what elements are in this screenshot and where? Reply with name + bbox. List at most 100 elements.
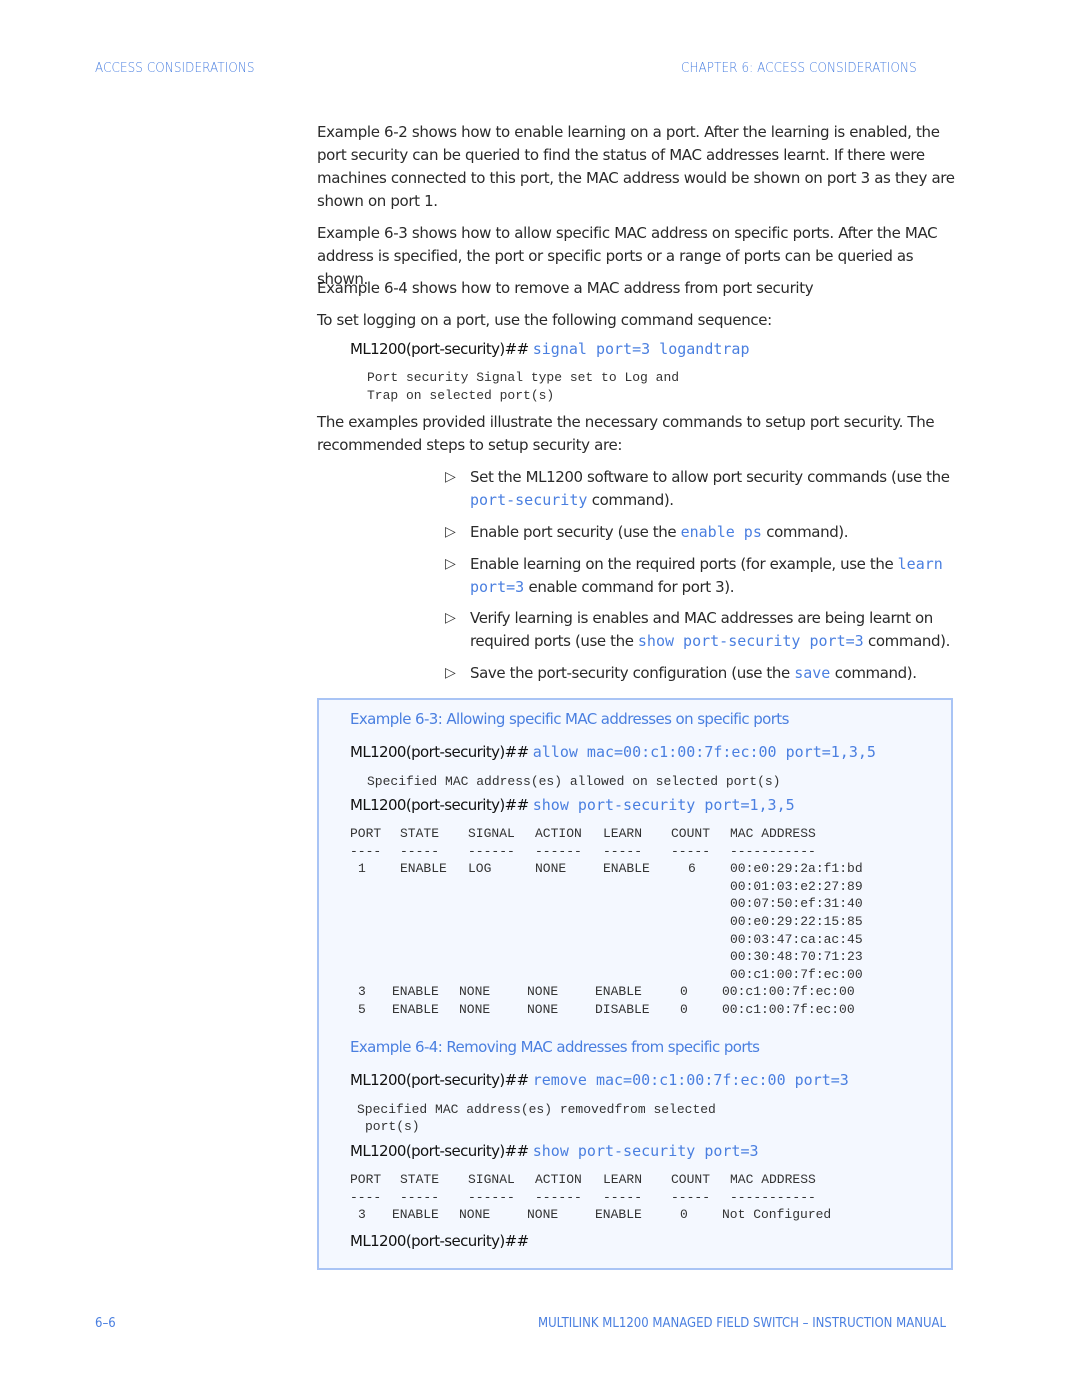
table-cell-mac: 00:01:03:e2:27:89 xyxy=(730,878,863,894)
example-6-3-command-2: ML1200(port-security)## show port-securi… xyxy=(350,796,795,814)
cli-prompt: ML1200(port-security)## xyxy=(350,340,529,358)
paragraph-example-6-2: Example 6-2 shows how to enable learning… xyxy=(317,123,955,210)
logging-command-line: ML1200(port-security)## signal port=3 lo… xyxy=(350,340,750,358)
table-separator: ----- xyxy=(400,843,440,859)
table-header-cell: STATE xyxy=(400,1172,440,1187)
table-header-cell: SIGNAL xyxy=(468,1172,515,1187)
table-header-cell: MAC ADDRESS xyxy=(730,1172,816,1187)
table-cell: ENABLE xyxy=(400,861,447,877)
table-separator: ---- xyxy=(350,843,382,859)
triangle-bullet-icon: ▷ xyxy=(445,556,456,572)
table-cell: NONE xyxy=(527,1207,559,1223)
step-item: ▷ Set the ML1200 software to allow port … xyxy=(445,468,950,509)
example-6-3-command-1-output: Specified MAC address(es) allowed on sel… xyxy=(367,774,781,789)
table-separator: ------ xyxy=(535,1189,582,1205)
table-separator: ----- xyxy=(671,843,711,859)
table-header-cell: COUNT xyxy=(671,826,711,841)
example-6-4-title: Example 6-4: Removing MAC addresses from… xyxy=(350,1038,760,1056)
table-cell-mac: 00:c1:00:7f:ec:00 xyxy=(722,1002,855,1017)
table-cell: 0 xyxy=(680,984,688,1000)
table-cell: ENABLE xyxy=(392,1002,439,1017)
final-prompt: ML1200(port-security)## xyxy=(350,1232,529,1250)
cli-command: remove mac=00:c1:00:7f:ec:00 port=3 xyxy=(532,1071,849,1089)
table-separator: ---- xyxy=(350,1189,382,1205)
table-cell: 3 xyxy=(358,1207,366,1223)
table-header-cell: ACTION xyxy=(535,1172,582,1187)
cli-command: show port-security port=3 xyxy=(532,1142,759,1160)
logging-output-line-1: Port security Signal type set to Log and xyxy=(367,370,680,385)
step-item: ▷ Save the port-security configuration (… xyxy=(445,662,965,685)
example-6-4-command-2: ML1200(port-security)## show port-securi… xyxy=(350,1142,759,1160)
table-cell: NONE xyxy=(527,984,559,1000)
cli-command: allow mac=00:c1:00:7f:ec:00 port=1,3,5 xyxy=(532,743,876,761)
table-separator: ------ xyxy=(468,843,515,859)
example-6-4-output-line-1: Specified MAC address(es) removedfrom se… xyxy=(357,1102,716,1117)
table-cell-mac: 00:03:47:ca:ac:45 xyxy=(730,931,863,947)
table-cell: NONE xyxy=(459,1207,491,1223)
table-separator: ----- xyxy=(603,843,643,859)
table-cell: 5 xyxy=(358,1002,366,1017)
table-cell: NONE xyxy=(535,861,567,877)
example-6-3-title: Example 6-3: Allowing specific MAC addre… xyxy=(350,710,789,728)
table-header-cell: LEARN xyxy=(603,1172,643,1187)
table-header-cell: PORT xyxy=(350,1172,382,1187)
table-cell: 0 xyxy=(680,1207,688,1223)
cli-prompt: ML1200(port-security)## xyxy=(350,1071,529,1089)
table-cell: ENABLE xyxy=(392,984,439,1000)
table-cell: 3 xyxy=(358,984,366,1000)
table-cell: ENABLE xyxy=(392,1207,439,1223)
table-cell: LOG xyxy=(468,861,492,877)
step-item: ▷ Enable port security (use the enable p… xyxy=(445,521,965,544)
table-separator: ----------- xyxy=(730,843,816,859)
page-number: 6–6 xyxy=(95,1316,116,1331)
table-cell-mac: 00:e0:29:2a:f1:bd xyxy=(730,861,863,877)
table-cell: ENABLE xyxy=(603,861,650,877)
table-separator: ----- xyxy=(671,1189,711,1205)
table-cell: 6 xyxy=(688,861,696,877)
example-6-4-command-1: ML1200(port-security)## remove mac=00:c1… xyxy=(350,1071,849,1089)
table-header-cell: STATE xyxy=(400,826,440,841)
table-cell-mac: 00:30:48:70:71:23 xyxy=(730,949,863,965)
table-cell: 0 xyxy=(680,1002,688,1017)
table-separator: ------ xyxy=(468,1189,515,1205)
table-cell-mac: Not Configured xyxy=(722,1207,832,1223)
table-cell-mac: 00:e0:29:22:15:85 xyxy=(730,914,863,929)
running-header-left: ACCESS CONSIDERATIONS xyxy=(95,61,255,76)
paragraph-steps-intro: The examples provided illustrate the nec… xyxy=(317,413,935,454)
table-header-cell: LEARN xyxy=(603,826,643,841)
table-cell: NONE xyxy=(459,1002,491,1017)
table-cell: ENABLE xyxy=(595,1207,642,1223)
table-separator: ----- xyxy=(603,1189,643,1205)
paragraph-logging-intro: To set logging on a port, use the follow… xyxy=(317,311,772,329)
table-separator: ----- xyxy=(400,1189,440,1205)
table-cell-mac: 00:07:50:ef:31:40 xyxy=(730,896,863,912)
step-item: ▷ Verify learning is enables and MAC add… xyxy=(445,609,950,650)
step-item: ▷ Enable learning on the required ports … xyxy=(445,555,943,596)
triangle-bullet-icon: ▷ xyxy=(445,610,456,626)
cli-prompt: ML1200(port-security)## xyxy=(350,796,529,814)
table-cell: ENABLE xyxy=(595,984,642,1000)
cli-command: show port-security port=1,3,5 xyxy=(532,796,795,814)
table-header-cell: ACTION xyxy=(535,826,582,841)
table-cell: DISABLE xyxy=(595,1002,650,1017)
example-6-3-command-1: ML1200(port-security)## allow mac=00:c1:… xyxy=(350,743,876,761)
table-separator: ----------- xyxy=(730,1189,816,1205)
table-cell-mac: 00:c1:00:7f:ec:00 xyxy=(730,966,863,982)
table-cell-mac: 00:c1:00:7f:ec:00 xyxy=(722,984,855,1000)
table-cell: NONE xyxy=(527,1002,559,1017)
example-6-4-output-line-2: port(s) xyxy=(365,1119,420,1134)
table-header-cell: PORT xyxy=(350,826,382,841)
running-header-right: CHAPTER 6: ACCESS CONSIDERATIONS xyxy=(681,61,917,76)
triangle-bullet-icon: ▷ xyxy=(445,469,456,485)
logging-output-line-2: Trap on selected port(s) xyxy=(367,388,555,403)
cli-command: signal port=3 logandtrap xyxy=(532,340,750,358)
table-header-cell: MAC ADDRESS xyxy=(730,826,816,841)
triangle-bullet-icon: ▷ xyxy=(445,524,456,540)
table-header-cell: SIGNAL xyxy=(468,826,515,841)
table-header-cell: COUNT xyxy=(671,1172,711,1187)
cli-prompt: ML1200(port-security)## xyxy=(350,743,529,761)
table-separator: ------ xyxy=(535,843,582,859)
table-cell: NONE xyxy=(459,984,491,1000)
cli-prompt: ML1200(port-security)## xyxy=(350,1142,529,1160)
triangle-bullet-icon: ▷ xyxy=(445,665,456,681)
